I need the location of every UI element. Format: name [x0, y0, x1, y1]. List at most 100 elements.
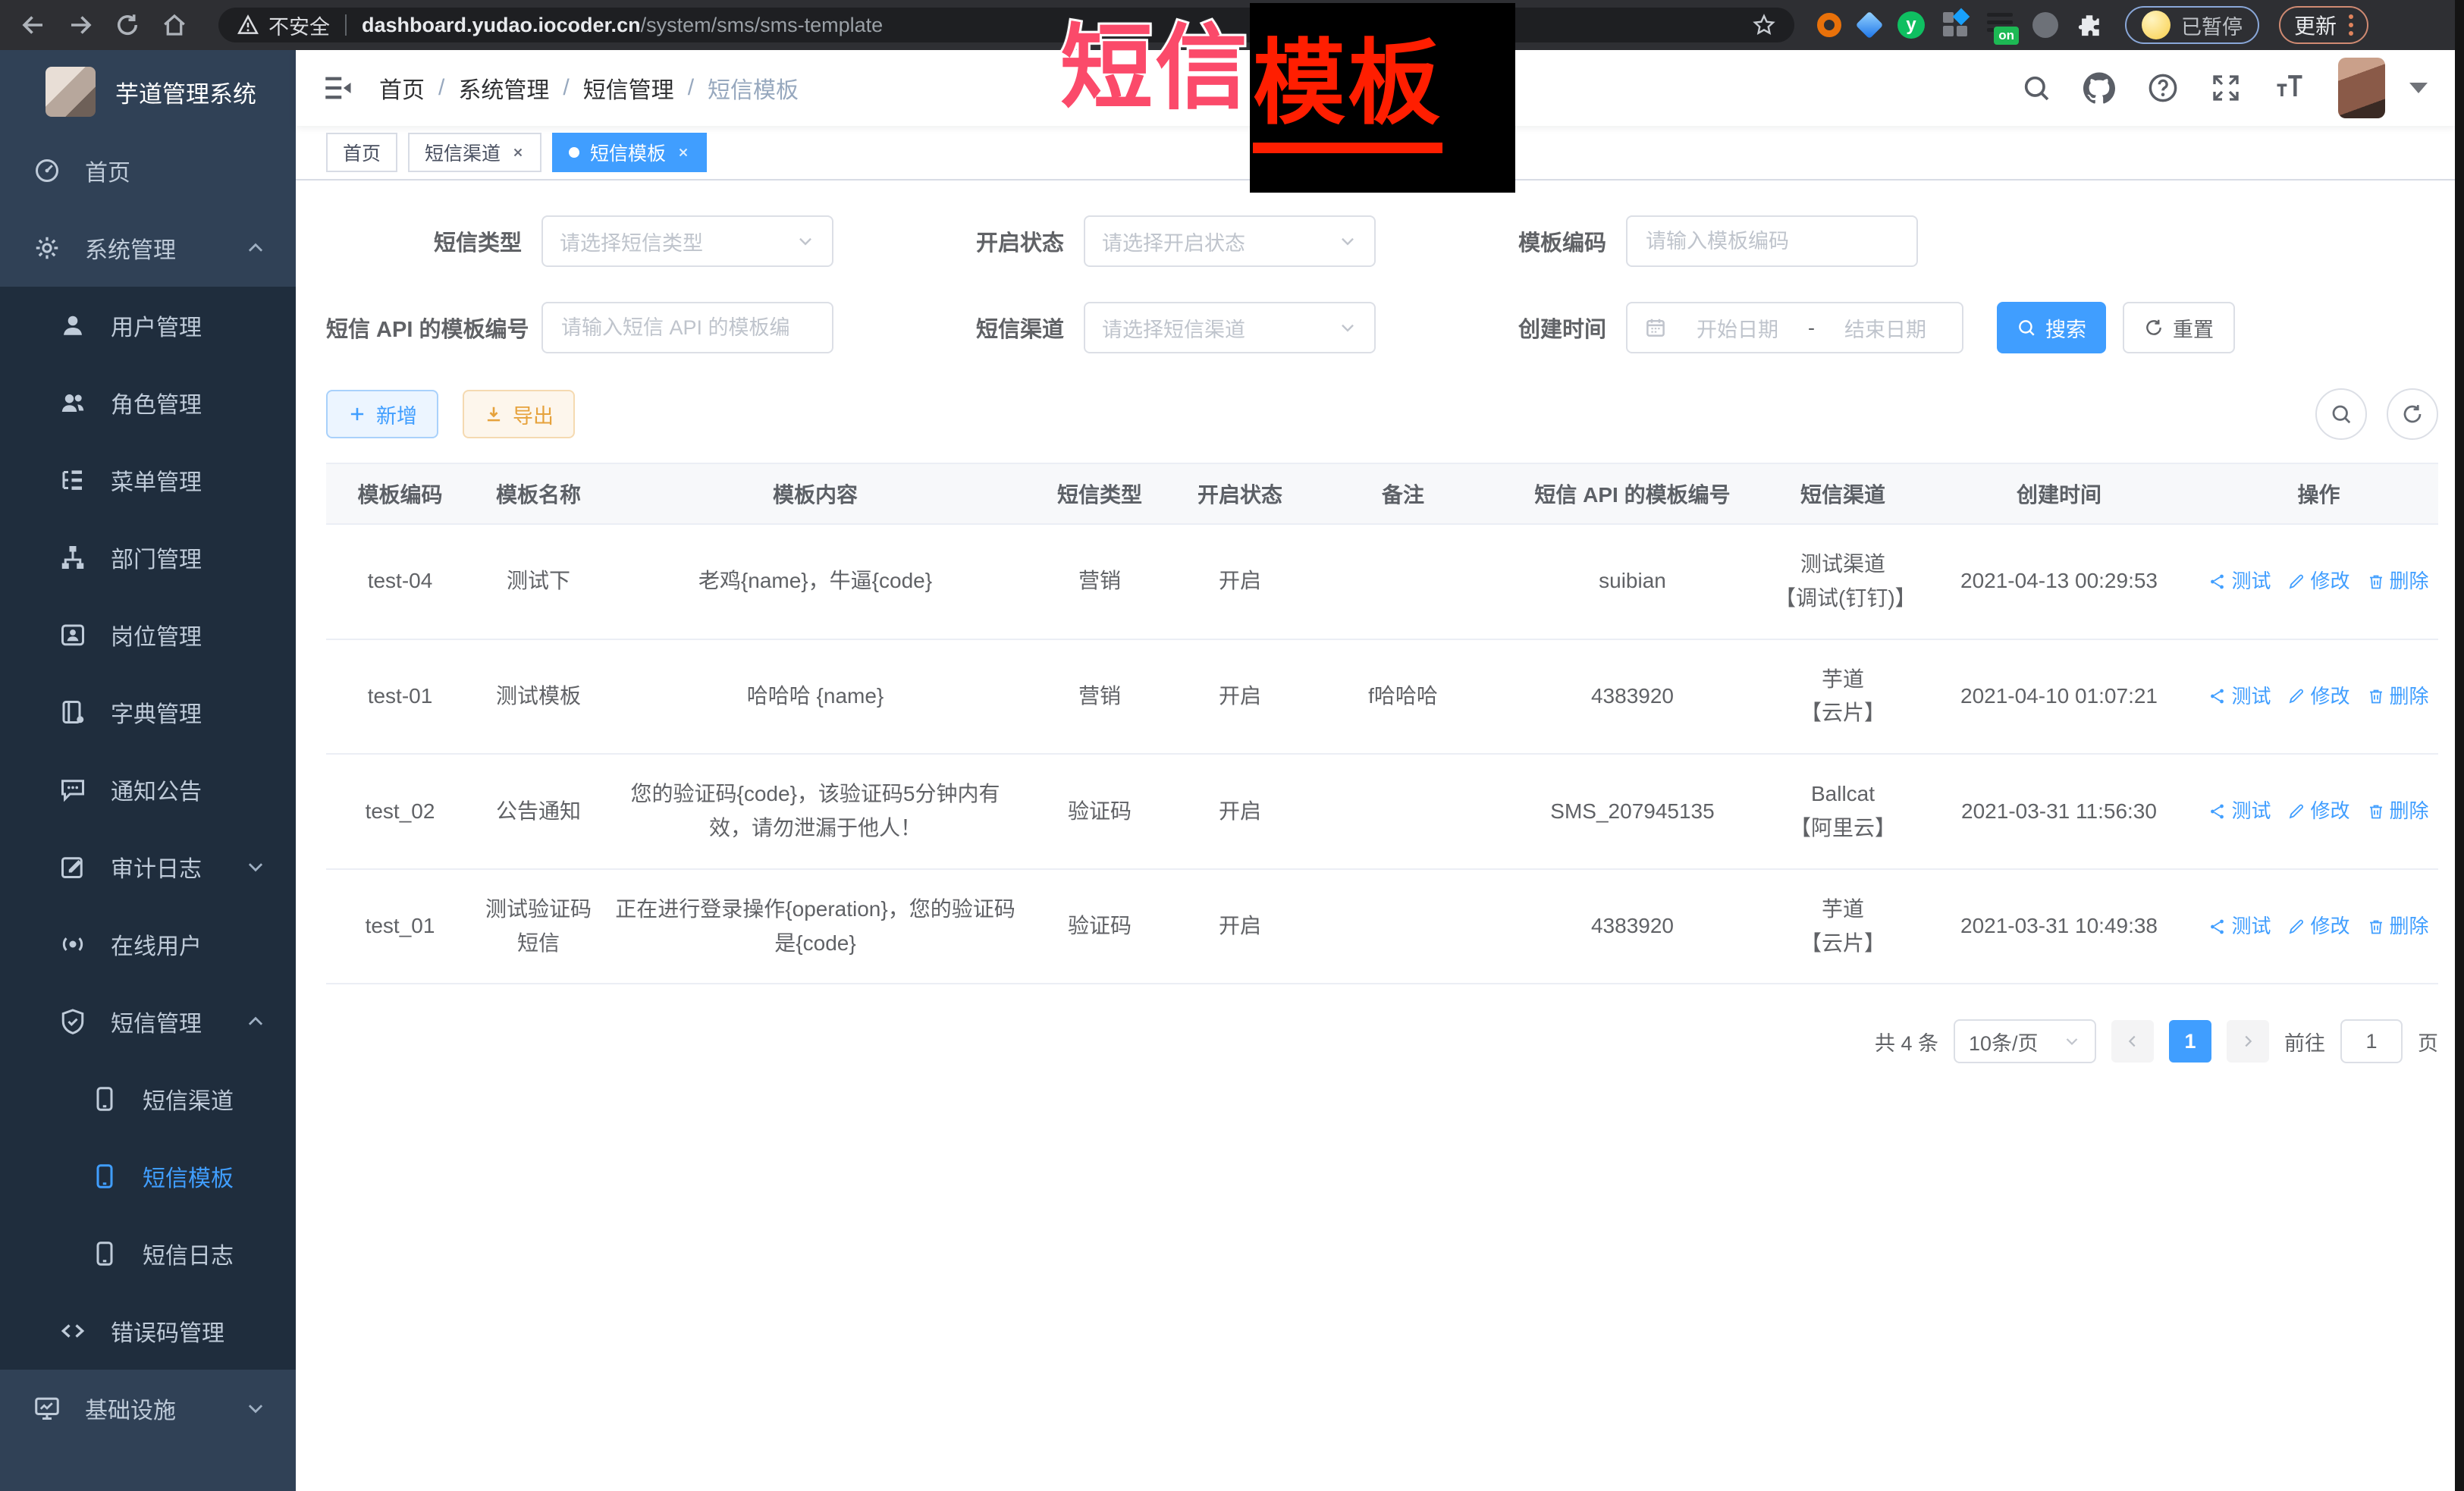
bookmark-star-icon[interactable] — [1752, 13, 1776, 37]
status-select[interactable]: 请选择开启状态 — [1084, 215, 1376, 267]
browser-reload-icon[interactable] — [114, 11, 141, 39]
sidebar-item-sms-log[interactable]: 短信日志 — [0, 1215, 296, 1292]
github-icon[interactable] — [2083, 72, 2115, 104]
test-link[interactable]: 测试 — [2208, 566, 2271, 598]
help-icon[interactable] — [2147, 72, 2179, 104]
next-page-button[interactable] — [2227, 1020, 2269, 1063]
sidebar-item-error-code[interactable]: 错误码管理 — [0, 1292, 296, 1370]
edit-link[interactable]: 修改 — [2287, 566, 2349, 598]
extensions-puzzle-icon[interactable] — [2076, 12, 2102, 38]
table-row: test_02 公告通知 您的验证码{code}，该验证码5分钟内有效，请勿泄漏… — [326, 754, 2438, 869]
close-icon[interactable] — [676, 146, 690, 159]
extension-list-icon[interactable]: on — [1987, 11, 2014, 39]
refresh-table-button[interactable] — [2387, 388, 2438, 440]
breadcrumb-sms[interactable]: 短信管理 — [583, 71, 674, 105]
site-security[interactable]: 不安全 — [237, 11, 330, 40]
sidebar-item-sms-mgmt[interactable]: 短信管理 — [0, 983, 296, 1060]
pen-icon — [2287, 573, 2305, 591]
tab-home[interactable]: 首页 — [326, 133, 397, 172]
channel-select[interactable]: 请选择短信渠道 — [1084, 302, 1376, 353]
url-host: dashboard.yudao.iocoder.cn — [362, 14, 641, 37]
reset-button[interactable]: 重置 — [2123, 302, 2235, 353]
app-logo[interactable]: 芋道管理系统 — [0, 50, 296, 132]
address-bar[interactable]: 不安全 dashboard.yudao.iocoder.cn /system/s… — [218, 8, 1794, 42]
close-icon[interactable] — [511, 146, 525, 159]
browser-menu-dots-icon[interactable] — [2349, 14, 2353, 36]
api-template-input[interactable] — [560, 315, 815, 341]
test-link[interactable]: 测试 — [2208, 681, 2271, 713]
announcement-icon — [59, 776, 86, 803]
delete-link[interactable]: 删除 — [2367, 681, 2429, 713]
delete-link[interactable]: 删除 — [2367, 911, 2429, 943]
security-label: 不安全 — [268, 11, 330, 40]
fullscreen-icon[interactable] — [2211, 73, 2241, 103]
chevron-down-icon — [1338, 231, 1358, 251]
trash-icon — [2367, 918, 2385, 936]
sidebar-item-menu-mgmt[interactable]: 菜单管理 — [0, 441, 296, 519]
delete-link[interactable]: 删除 — [2367, 566, 2429, 598]
search-button[interactable]: 搜索 — [1997, 302, 2106, 353]
filter-row-1: 短信类型 请选择短信类型 开启状态 请选择开启状态 模板编码 — [326, 215, 2438, 267]
sidebar-item-infrastructure[interactable]: 基础设施 — [0, 1370, 296, 1447]
profile-paused-chip[interactable]: 已暂停 — [2125, 6, 2259, 44]
tab-sms-channel[interactable]: 短信渠道 — [408, 133, 541, 172]
sidebar-item-sms-template[interactable]: 短信模板 — [0, 1138, 296, 1215]
extension-camera-icon[interactable] — [2032, 12, 2058, 38]
tab-sms-template[interactable]: 短信模板 — [552, 133, 707, 172]
col-created: 创建时间 — [1919, 463, 2199, 524]
delete-link[interactable]: 删除 — [2367, 796, 2429, 827]
extension-grid-icon[interactable] — [1943, 12, 1969, 38]
sidebar-item-audit-log[interactable]: 审计日志 — [0, 828, 296, 906]
page-1-button[interactable]: 1 — [2169, 1020, 2211, 1063]
font-size-icon[interactable] — [2273, 71, 2306, 105]
end-date-placeholder[interactable]: 结束日期 — [1825, 313, 1945, 343]
template-code-input[interactable] — [1644, 229, 1900, 254]
sms-type-select[interactable]: 请选择短信类型 — [541, 215, 833, 267]
sidebar-item-dept-mgmt[interactable]: 部门管理 — [0, 519, 296, 596]
sidebar-item-notice[interactable]: 通知公告 — [0, 751, 296, 828]
sidebar-item-role-mgmt[interactable]: 角色管理 — [0, 364, 296, 441]
extension-y-icon[interactable]: y — [1897, 11, 1925, 39]
screen: 不安全 dashboard.yudao.iocoder.cn /system/s… — [0, 0, 2464, 1491]
browser-forward-icon[interactable] — [67, 11, 94, 39]
browser-update-button[interactable]: 更新 — [2279, 6, 2368, 44]
browser-home-icon[interactable] — [161, 11, 188, 39]
navbar: 首页 / 系统管理 / 短信管理 / 短信模板 — [296, 50, 2455, 126]
prev-page-button[interactable] — [2111, 1020, 2154, 1063]
toggle-search-button[interactable] — [2315, 388, 2367, 440]
browser-back-icon[interactable] — [20, 11, 47, 39]
user-avatar[interactable] — [2338, 58, 2385, 118]
create-time-range-picker[interactable]: 开始日期 - 结束日期 — [1626, 302, 1963, 353]
search-icon[interactable] — [2021, 73, 2051, 103]
chevron-up-icon — [244, 237, 267, 259]
sidebar-item-user-mgmt[interactable]: 用户管理 — [0, 287, 296, 364]
edit-link[interactable]: 修改 — [2287, 796, 2349, 827]
start-date-placeholder[interactable]: 开始日期 — [1678, 313, 1797, 343]
test-link[interactable]: 测试 — [2208, 911, 2271, 943]
add-button[interactable]: 新增 — [326, 390, 438, 438]
test-link[interactable]: 测试 — [2208, 796, 2271, 827]
sidebar-item-system-mgmt[interactable]: 系统管理 — [0, 209, 296, 287]
monitor-icon — [33, 1395, 61, 1422]
edit-link[interactable]: 修改 — [2287, 911, 2349, 943]
sidebar-item-online-users[interactable]: 在线用户 — [0, 906, 296, 983]
page-size-select[interactable]: 10条/页 — [1954, 1019, 2096, 1063]
sidebar-item-home[interactable]: 首页 — [0, 132, 296, 209]
range-separator: - — [1808, 316, 1815, 340]
breadcrumb-system[interactable]: 系统管理 — [458, 71, 549, 105]
extension-gem-icon[interactable] — [1856, 11, 1884, 39]
paused-label: 已暂停 — [2181, 11, 2243, 40]
sidebar-item-post-mgmt[interactable]: 岗位管理 — [0, 596, 296, 673]
caret-down-icon[interactable] — [2409, 83, 2428, 93]
goto-label: 前往 — [2284, 1027, 2325, 1056]
sidebar-item-dict-mgmt[interactable]: 字典管理 — [0, 673, 296, 751]
breadcrumb-home[interactable]: 首页 — [379, 71, 425, 105]
hamburger-fold-icon[interactable] — [322, 72, 353, 104]
extension-ring-icon[interactable] — [1817, 13, 1841, 37]
chevron-down-icon — [244, 855, 267, 878]
edit-link[interactable]: 修改 — [2287, 681, 2349, 713]
sidebar-item-sms-channel[interactable]: 短信渠道 — [0, 1060, 296, 1138]
export-button[interactable]: 导出 — [463, 390, 575, 438]
goto-page-input[interactable] — [2340, 1019, 2403, 1063]
search-icon — [2017, 318, 2036, 337]
